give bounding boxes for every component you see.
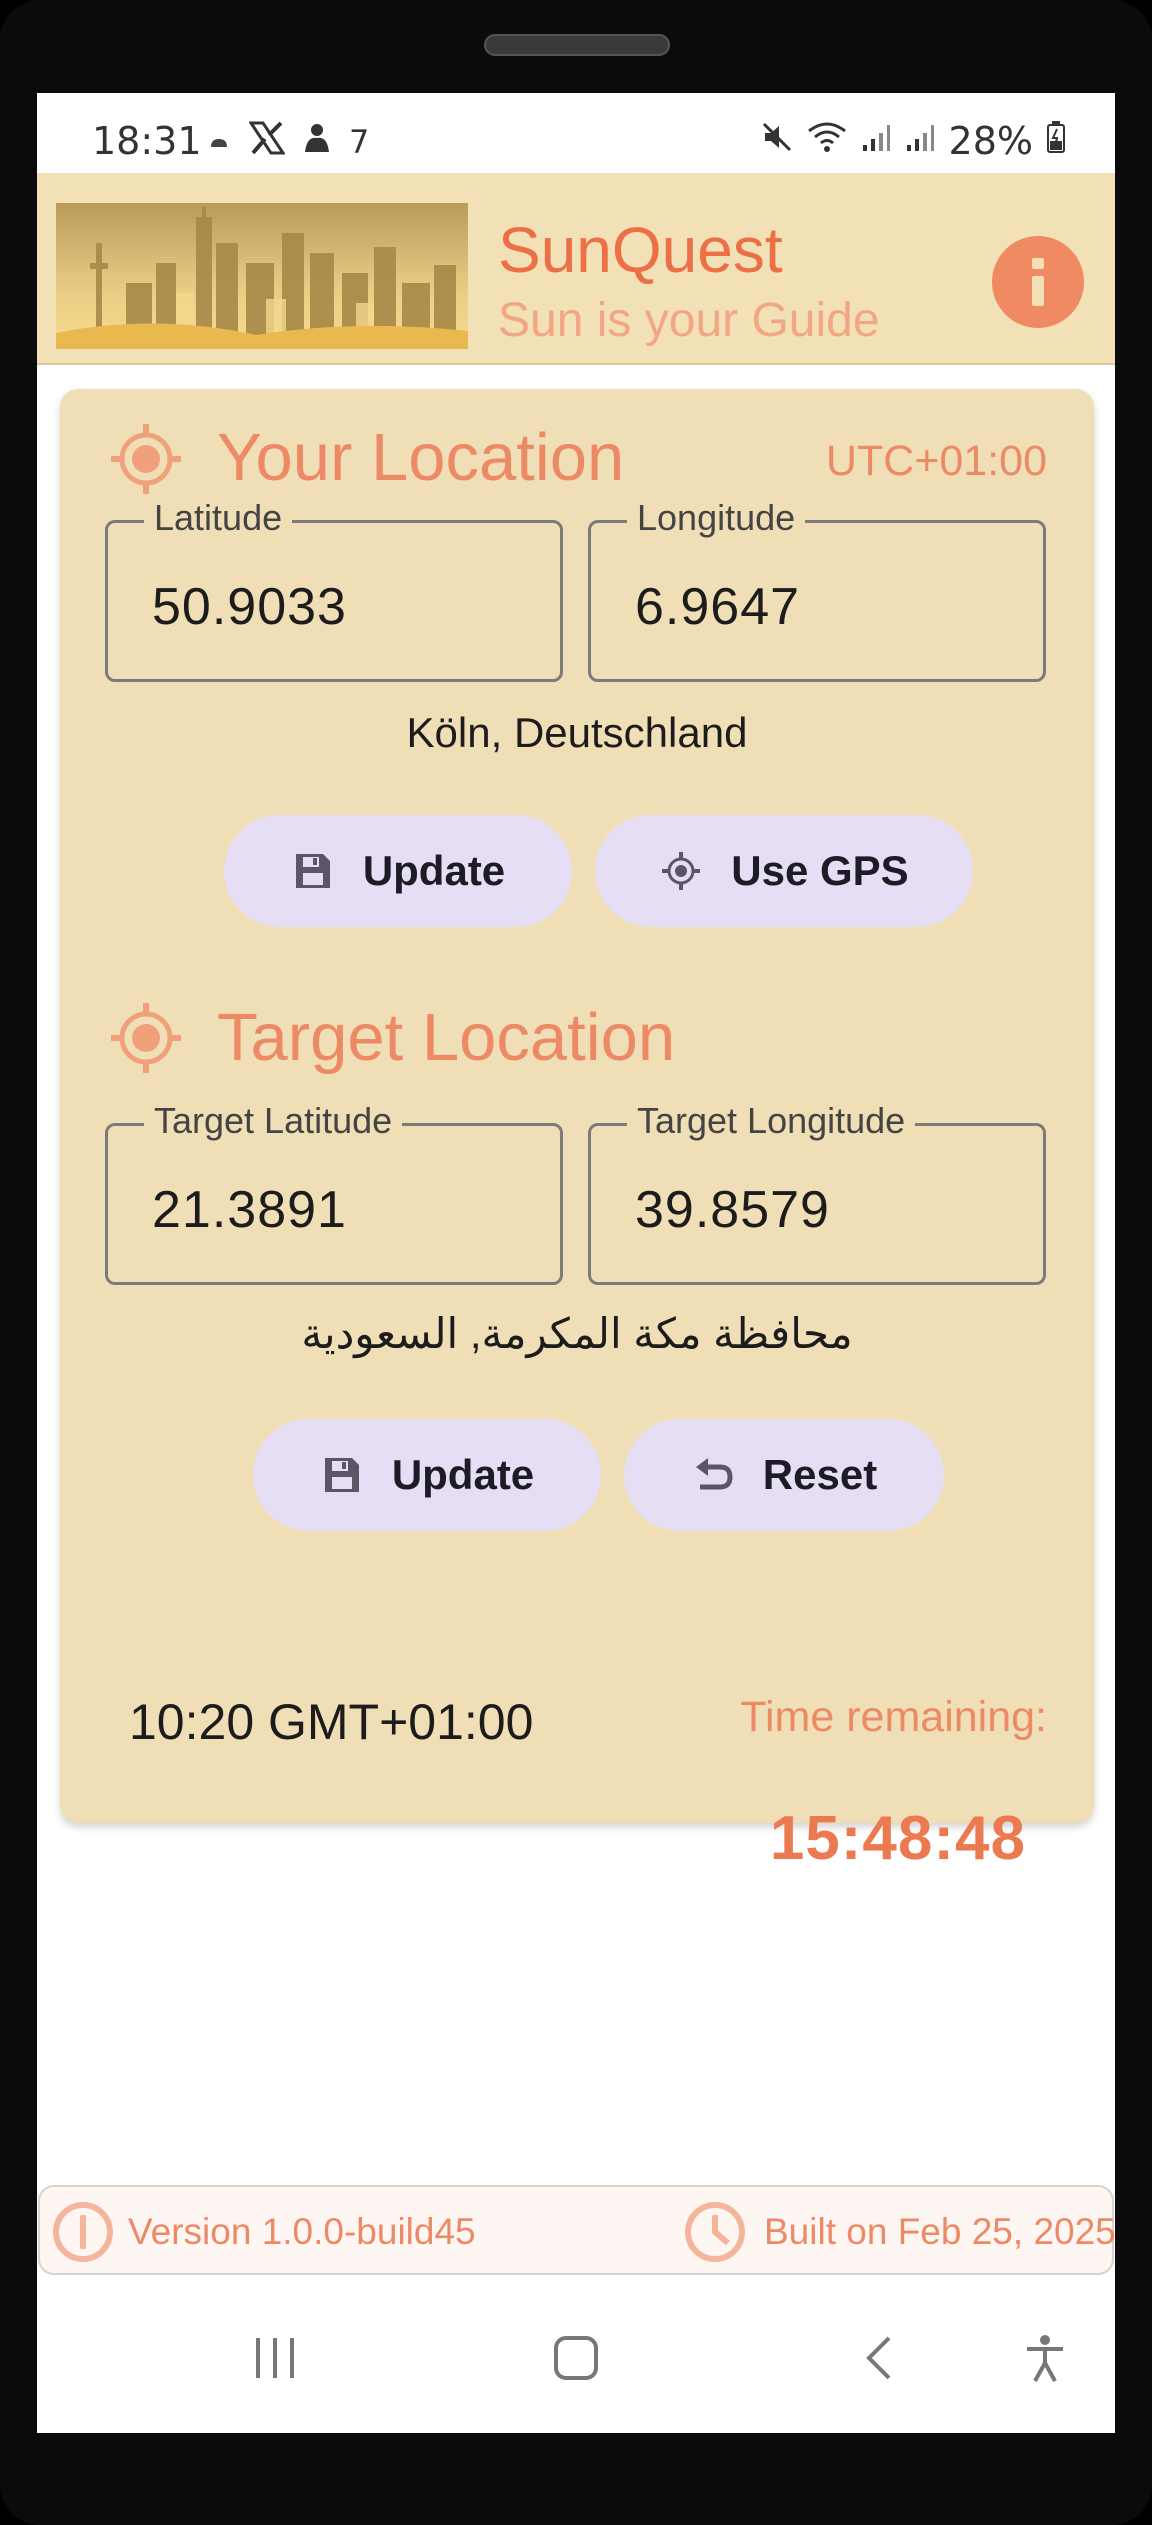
time-remaining-value: 15:48:48 xyxy=(769,1804,1026,1873)
status-left-icons: 7 xyxy=(207,121,369,163)
app-title: SunQuest xyxy=(498,214,783,286)
signal-icon xyxy=(905,120,935,162)
location-card: Your Location UTC+01:00 Latitude 50.9033… xyxy=(60,389,1094,1873)
undo-icon xyxy=(691,1453,735,1497)
target-longitude-field[interactable]: Target Longitude 39.8579 xyxy=(588,1100,1046,1285)
target-longitude-value: 39.8579 xyxy=(635,1181,830,1239)
latitude-label: Latitude xyxy=(144,497,293,539)
target-longitude-label: Target Longitude xyxy=(627,1100,916,1142)
home-button[interactable] xyxy=(536,2323,616,2393)
status-right-icons: 28% xyxy=(761,119,1065,163)
battery-icon xyxy=(1047,120,1065,162)
recent-apps-button[interactable] xyxy=(235,2323,315,2393)
phone-bezel: 18:31 7 28% SunQuest Sun is your Guide Y… xyxy=(0,0,1152,2525)
navigation-bar xyxy=(37,2283,1115,2433)
time-remaining-label: Time remaining: xyxy=(740,1693,1047,1741)
status-bar: 18:31 7 28% xyxy=(37,93,1115,173)
app-header: SunQuest Sun is your Guide xyxy=(37,173,1115,365)
x-icon xyxy=(248,121,286,163)
location-target-icon xyxy=(111,424,181,494)
phone-speaker xyxy=(484,34,670,56)
latitude-field[interactable]: Latitude 50.9033 xyxy=(105,497,563,682)
battery-percent: 28% xyxy=(948,119,1033,163)
gps-icon xyxy=(659,849,703,893)
clock-icon xyxy=(685,2202,745,2262)
target-latitude-label: Target Latitude xyxy=(144,1100,403,1142)
recent-apps-icon xyxy=(256,2338,294,2378)
update-location-button[interactable]: Update xyxy=(224,815,572,927)
longitude-value: 6.9647 xyxy=(635,578,801,636)
cloud-icon xyxy=(207,124,233,161)
your-place-name: Köln, Deutschland xyxy=(406,709,748,756)
notification-count: 7 xyxy=(349,123,370,161)
target-latitude-field[interactable]: Target Latitude 21.3891 xyxy=(105,1100,563,1285)
latitude-value: 50.9033 xyxy=(152,578,347,636)
signal-icon xyxy=(861,120,891,162)
accessibility-icon xyxy=(1027,2335,1063,2382)
use-gps-button[interactable]: Use GPS xyxy=(595,815,973,927)
update-target-label: Update xyxy=(391,1451,535,1498)
back-button[interactable] xyxy=(838,2323,918,2393)
use-gps-label: Use GPS xyxy=(731,847,909,894)
mute-icon xyxy=(761,120,793,162)
build-date-text: Built on Feb 25, 2025 xyxy=(764,2211,1115,2252)
footer-bar: Version 1.0.0-build45 Built on Feb 25, 2… xyxy=(38,2185,1115,2275)
save-icon xyxy=(320,1453,364,1497)
update-target-button[interactable]: Update xyxy=(253,1419,601,1531)
save-icon xyxy=(291,849,335,893)
accessibility-button[interactable] xyxy=(1005,2323,1085,2393)
info-outline-icon xyxy=(53,2202,113,2262)
reset-button[interactable]: Reset xyxy=(624,1419,944,1531)
longitude-label: Longitude xyxy=(627,497,806,539)
version-text: Version 1.0.0-build45 xyxy=(128,2211,476,2252)
target-location-title: Target Location xyxy=(217,1000,676,1075)
reset-label: Reset xyxy=(762,1451,878,1498)
notification-icon xyxy=(301,122,333,162)
info-icon xyxy=(1032,258,1044,306)
utc-offset: UTC+01:00 xyxy=(825,437,1047,485)
app-subtitle: Sun is your Guide xyxy=(498,294,880,347)
update-location-label: Update xyxy=(362,847,506,894)
your-location-title: Your Location xyxy=(217,420,625,495)
info-button[interactable] xyxy=(992,236,1084,328)
back-icon xyxy=(866,2336,891,2380)
target-location-icon xyxy=(111,1003,181,1073)
wifi-icon xyxy=(807,120,847,162)
city-skyline-image xyxy=(56,203,468,349)
target-latitude-value: 21.3891 xyxy=(152,1181,347,1239)
home-icon xyxy=(554,2336,598,2380)
target-place-name: محافظة مكة المكرمة, السعودية xyxy=(301,1310,853,1357)
target-time: 10:20 GMT+01:00 xyxy=(129,1694,534,1750)
longitude-field[interactable]: Longitude 6.9647 xyxy=(588,497,1046,682)
phone-screen: 18:31 7 28% SunQuest Sun is your Guide Y… xyxy=(37,93,1115,2433)
status-time: 18:31 xyxy=(92,119,202,163)
